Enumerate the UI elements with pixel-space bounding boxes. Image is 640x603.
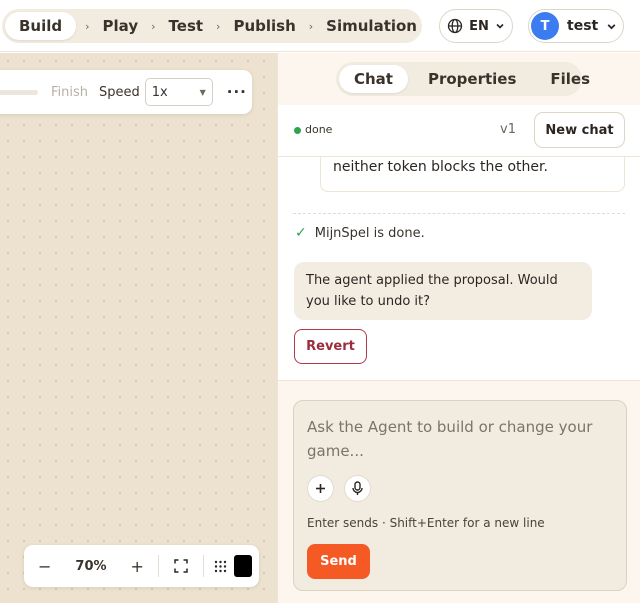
zoom-level: 70% — [75, 558, 107, 574]
send-button[interactable]: Send — [307, 544, 370, 579]
status-dot — [294, 127, 301, 134]
more-options-icon[interactable]: ··· — [227, 83, 247, 101]
avatar: T — [531, 12, 559, 40]
agent-message-bubble: The agent applied the proposal. Would yo… — [294, 262, 592, 320]
chat-status-row: done v1 New chat — [278, 105, 640, 157]
divider — [293, 213, 625, 214]
chevron-right-icon: › — [85, 19, 90, 33]
user-menu[interactable]: T test — [528, 9, 624, 43]
zoom-controls: − 70% + — [24, 545, 259, 587]
chat-input[interactable]: Ask the Agent to build or change your ga… — [307, 415, 607, 463]
zoom-out-button[interactable]: − — [38, 557, 51, 576]
plus-icon — [316, 484, 325, 493]
panel-tabs: Chat Properties Files — [336, 62, 590, 96]
language-selector[interactable]: EN — [439, 9, 513, 43]
finish-button[interactable]: Finish — [51, 85, 88, 100]
step-build[interactable]: Build — [5, 12, 77, 40]
tab-files[interactable]: Files — [550, 65, 590, 93]
top-bar: Build › Play › Test › Publish › Simulati… — [0, 0, 640, 52]
message-card: neither token blocks the other. — [320, 157, 625, 192]
new-chat-button[interactable]: New chat — [534, 112, 625, 148]
chevron-down-icon — [496, 23, 504, 29]
divider — [157, 555, 159, 577]
check-icon: ✓ — [295, 225, 307, 241]
composer-area: Ask the Agent to build or change your ga… — [278, 380, 640, 603]
grid-icon[interactable] — [214, 560, 227, 573]
panel-tabs-bar: Chat Properties Files — [278, 53, 640, 105]
tab-chat[interactable]: Chat — [339, 65, 408, 93]
color-swatch[interactable] — [233, 555, 252, 577]
speed-select[interactable]: 1x ▼ — [144, 78, 213, 106]
tab-properties[interactable]: Properties — [428, 65, 516, 93]
step-simulation[interactable]: Simulation — [322, 12, 421, 40]
zoom-in-button[interactable]: + — [131, 557, 144, 576]
speed-value: 1x — [151, 84, 168, 100]
chat-composer[interactable]: Ask the Agent to build or change your ga… — [293, 400, 627, 591]
chevron-right-icon: › — [216, 19, 221, 33]
composer-hint: Enter sends · Shift+Enter for a new line — [307, 516, 545, 530]
caret-down-icon: ▼ — [199, 87, 206, 97]
language-code: EN — [469, 18, 489, 34]
step-publish[interactable]: Publish — [229, 12, 299, 40]
done-text: MijnSpel is done. — [314, 225, 425, 241]
chevron-down-icon — [607, 23, 616, 29]
revert-button[interactable]: Revert — [294, 329, 367, 364]
user-name: test — [567, 18, 599, 34]
add-attachment-button[interactable] — [307, 475, 334, 502]
fullscreen-icon[interactable] — [174, 559, 188, 573]
speed-label: Speed — [99, 84, 140, 100]
chevron-right-icon: › — [151, 19, 156, 33]
message-text: neither token blocks the other. — [333, 159, 548, 175]
divider — [202, 555, 204, 577]
done-status: ✓ MijnSpel is done. — [295, 225, 425, 241]
side-panel: Chat Properties Files done v1 New chat n… — [277, 53, 640, 603]
step-play[interactable]: Play — [99, 12, 143, 40]
microphone-icon — [352, 481, 363, 495]
voice-input-button[interactable] — [344, 475, 371, 502]
simulation-progress-bar — [0, 89, 38, 95]
simulation-toolbar: Finish Speed 1x ▼ ··· — [0, 70, 252, 114]
step-test[interactable]: Test — [165, 12, 208, 40]
status-text: done — [305, 123, 333, 136]
workflow-steps: Build › Play › Test › Publish › Simulati… — [2, 9, 422, 43]
chevron-right-icon: › — [308, 19, 314, 33]
version-label: v1 — [500, 122, 516, 137]
game-canvas[interactable]: Finish Speed 1x ▼ ··· − 70% + — [0, 53, 277, 603]
globe-icon — [447, 18, 463, 34]
